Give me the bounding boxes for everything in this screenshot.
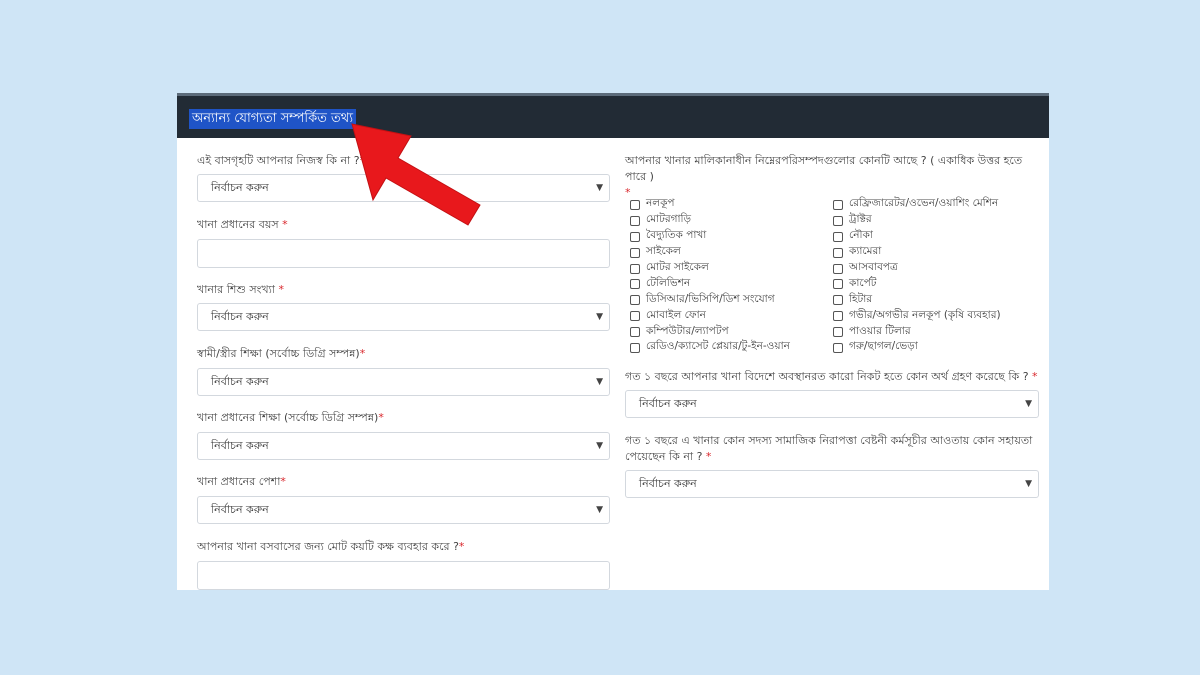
asset-checkbox-row[interactable]: রেফ্রিজারেটর/ওভেন/ওয়াশিং মেশিন — [833, 197, 1001, 213]
checkbox[interactable] — [833, 342, 843, 353]
asset-label: পাওয়ার টিলার — [849, 324, 911, 337]
head-edu-label: খানা প্রধানের শিক্ষা (সর্বোচ্চ ডিগ্রি সম… — [197, 411, 384, 424]
child-count-select[interactable]: নির্বাচন করুন ▼ — [197, 303, 610, 331]
checkbox[interactable] — [833, 327, 843, 338]
form-panel: অন্যান্য যোগ্যতা সম্পর্কিত তথ্য এই বাসগৃ… — [177, 93, 1049, 590]
chevron-down-icon: ▼ — [596, 441, 603, 451]
asset-checkbox-row[interactable]: মোটর সাইকেল — [630, 261, 790, 277]
asset-label: ট্রাক্টর — [849, 213, 872, 226]
asset-label: নৌকা — [849, 229, 873, 242]
asset-checkbox-row[interactable]: মোটরগাড়ি — [630, 213, 790, 229]
remittance-label: গত ১ বছরে আপনার খানা বিদেশে অবস্থানরত কা… — [625, 370, 1038, 383]
assets-checklist-right: রেফ্রিজারেটর/ওভেন/ওয়াশিং মেশিন ট্রাক্টর ন… — [833, 197, 1001, 356]
asset-checkbox-row[interactable]: পাওয়ার টিলার — [833, 324, 1001, 340]
asset-label: গভীর/অগভীর নলকূপ (কৃষি ব্যবহার) — [849, 308, 1001, 321]
asset-checkbox-row[interactable]: নলকূপ — [630, 197, 790, 213]
asset-label: মোটরগাড়ি — [646, 213, 692, 226]
checkbox[interactable] — [630, 199, 640, 210]
head-age-input[interactable] — [197, 239, 610, 268]
chevron-down-icon: ▼ — [596, 505, 603, 515]
head-age-label: খানা প্রধানের বয়স * — [197, 218, 288, 231]
asset-label: ডিসিআর/ভিসিপি/ডিশ সংযোগ — [646, 292, 775, 305]
assets-checklist-left: নলকূপ মোটরগাড়ি বৈদ্যুতিক পাখা সাইকেল মোটর স… — [630, 197, 790, 356]
checkbox[interactable] — [630, 215, 640, 226]
checkbox[interactable] — [833, 215, 843, 226]
asset-label: মোটর সাইকেল — [646, 261, 709, 274]
asset-checkbox-row[interactable]: বৈদ্যুতিক পাখা — [630, 229, 790, 245]
asset-label: হিটার — [849, 292, 873, 305]
asset-checkbox-row[interactable]: কার্পেট — [833, 276, 1001, 292]
checkbox[interactable] — [630, 295, 640, 306]
asset-label: বৈদ্যুতিক পাখা — [646, 229, 707, 242]
checkbox[interactable] — [630, 311, 640, 322]
asset-checkbox-row[interactable]: ক্যামেরা — [833, 245, 1001, 261]
panel-title: অন্যান্য যোগ্যতা সম্পর্কিত তথ্য — [189, 109, 356, 129]
checkbox[interactable] — [833, 263, 843, 274]
checkbox[interactable] — [833, 247, 843, 258]
house-own-label: এই বাসগৃহটি আপনার নিজস্ব কি না ?* — [197, 154, 366, 167]
child-count-label: খানার শিশু সংখ্যা * — [197, 283, 284, 296]
checkbox[interactable] — [630, 231, 640, 242]
asset-label: নলকূপ — [646, 197, 675, 210]
head-edu-select[interactable]: নির্বাচন করুন ▼ — [197, 432, 610, 460]
spouse-edu-label: স্বামী/স্ত্রীর শিক্ষা (সর্বোচ্চ ডিগ্রি স… — [197, 347, 366, 360]
remittance-select[interactable]: নির্বাচন করুন ▼ — [625, 390, 1039, 418]
chevron-down-icon: ▼ — [596, 183, 603, 193]
asset-label: মোবাইল ফোন — [646, 308, 706, 321]
checkbox[interactable] — [833, 311, 843, 322]
asset-checkbox-row[interactable]: সাইকেল — [630, 245, 790, 261]
rooms-label: আপনার খানা বসবাসের জন্য মোট কয়টি কক্ষ ব… — [197, 540, 465, 553]
assets-label: আপনার খানার মালিকানাধীন নিম্নেরপরিসম্পদগ… — [625, 154, 1023, 199]
panel-header: অন্যান্য যোগ্যতা সম্পর্কিত তথ্য — [177, 93, 1049, 138]
asset-label: সাইকেল — [646, 245, 681, 258]
chevron-down-icon: ▼ — [1025, 479, 1032, 489]
checkbox[interactable] — [833, 231, 843, 242]
asset-label: ক্যামেরা — [849, 245, 882, 258]
asset-label: টেলিভিশন — [646, 276, 691, 289]
asset-checkbox-row[interactable]: রেডিও/ক্যাসেট প্লেয়ার/টু-ইন-ওয়ান — [630, 340, 790, 356]
asset-checkbox-row[interactable]: টেলিভিশন — [630, 276, 790, 292]
asset-label: কার্পেট — [849, 276, 877, 289]
head-job-select[interactable]: নির্বাচন করুন ▼ — [197, 496, 610, 524]
asset-checkbox-row[interactable]: নৌকা — [833, 229, 1001, 245]
asset-label: রেফ্রিজারেটর/ওভেন/ওয়াশিং মেশিন — [849, 197, 999, 210]
asset-checkbox-row[interactable]: আসবাবপত্র — [833, 261, 1001, 277]
checkbox[interactable] — [630, 327, 640, 338]
checkbox[interactable] — [630, 263, 640, 274]
chevron-down-icon: ▼ — [596, 377, 603, 387]
checkbox[interactable] — [630, 247, 640, 258]
asset-checkbox-row[interactable]: ট্রাক্টর — [833, 213, 1001, 229]
chevron-down-icon: ▼ — [596, 312, 603, 322]
asset-checkbox-row[interactable]: গরু/ছাগল/ভেড়া — [833, 340, 1001, 356]
head-job-label: খানা প্রধানের পেশা* — [197, 475, 286, 488]
asset-checkbox-row[interactable]: ডিসিআর/ভিসিপি/ডিশ সংযোগ — [630, 292, 790, 308]
asset-checkbox-row[interactable]: কম্পিউটার/ল্যাপটপ — [630, 324, 790, 340]
checkbox[interactable] — [833, 295, 843, 306]
asset-checkbox-row[interactable]: হিটার — [833, 292, 1001, 308]
spouse-edu-select[interactable]: নির্বাচন করুন ▼ — [197, 368, 610, 396]
asset-checkbox-row[interactable]: গভীর/অগভীর নলকূপ (কৃষি ব্যবহার) — [833, 308, 1001, 324]
checkbox[interactable] — [833, 199, 843, 210]
asset-checkbox-row[interactable]: মোবাইল ফোন — [630, 308, 790, 324]
checkbox[interactable] — [630, 279, 640, 290]
asset-label: গরু/ছাগল/ভেড়া — [849, 340, 918, 353]
safety-net-label: গত ১ বছরে এ খানার কোন সদস্য সামাজিক নিরা… — [625, 434, 1033, 463]
asset-label: আসবাবপত্র — [849, 261, 898, 274]
asset-label: রেডিও/ক্যাসেট প্লেয়ার/টু-ইন-ওয়ান — [646, 340, 790, 353]
house-own-select[interactable]: নির্বাচন করুন ▼ — [197, 174, 610, 202]
checkbox[interactable] — [630, 342, 640, 353]
asset-label: কম্পিউটার/ল্যাপটপ — [646, 324, 729, 337]
safety-net-select[interactable]: নির্বাচন করুন ▼ — [625, 470, 1039, 498]
chevron-down-icon: ▼ — [1025, 399, 1032, 409]
rooms-input[interactable] — [197, 561, 610, 590]
checkbox[interactable] — [833, 279, 843, 290]
